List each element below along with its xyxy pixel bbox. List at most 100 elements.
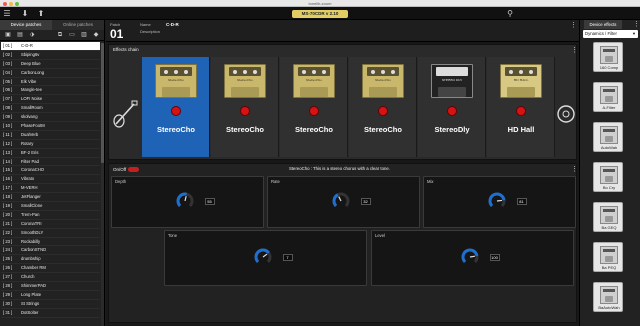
export-icon[interactable]: ⬗ xyxy=(28,32,36,39)
patch-row[interactable]: [ 30 ] St Strings xyxy=(1,300,100,309)
patch-row[interactable]: [ 12 ] Rotary xyxy=(1,140,100,149)
effect-card[interactable]: Ba PEQ xyxy=(593,242,623,272)
param-value[interactable]: 100 xyxy=(489,254,500,261)
upload-icon[interactable]: ⬆ xyxy=(36,9,46,18)
effects-menu-icon[interactable]: ⋮ xyxy=(633,20,640,28)
patch-row[interactable]: [ 11 ] DualVerb xyxy=(1,131,100,140)
device-badge[interactable]: MS-70CDR v 2.10 xyxy=(292,10,348,18)
effect-led-button[interactable] xyxy=(309,106,319,116)
effect-card[interactable]: AutoWah xyxy=(593,122,623,152)
patch-row[interactable]: [ 24 ] CarbonSTND xyxy=(1,246,100,256)
copy-icon[interactable]: ⧉ xyxy=(56,32,64,39)
effect-led-button[interactable] xyxy=(447,106,457,116)
effect-slot[interactable]: StereoCho StereoCho xyxy=(142,57,210,157)
pedal-image[interactable]: StereoCho xyxy=(224,64,266,98)
patch-row[interactable]: [ 25 ] drumbship xyxy=(1,255,100,265)
patch-row[interactable]: [ 01 ] C-D-R xyxy=(1,42,100,51)
patch-row[interactable]: [ 07 ] LOFI Noise xyxy=(1,95,100,105)
effect-card[interactable]: BaAutoWah xyxy=(593,282,623,312)
effect-slot[interactable]: StereoCho StereoCho xyxy=(211,57,279,157)
menu-icon[interactable]: ☰ xyxy=(2,9,12,18)
param-knob[interactable] xyxy=(487,191,507,211)
patch-name[interactable]: C-D-R xyxy=(166,22,179,27)
patch-row[interactable]: [ 21 ] CoronaTRI xyxy=(1,220,100,229)
pedal-image[interactable]: StereoCho xyxy=(293,64,335,98)
param-value[interactable]: 55 xyxy=(204,198,215,205)
patch-menu-icon[interactable]: ⋮ xyxy=(570,21,577,29)
patch-row[interactable]: [ 17 ] M-VERH xyxy=(1,184,100,194)
patch-row[interactable]: [ 29 ] Long Plate xyxy=(1,291,100,300)
patch-row[interactable]: [ 31 ] DotSolter xyxy=(1,309,100,318)
patch-row[interactable]: [ 02 ] Sbiping6v xyxy=(1,51,100,60)
effect-led-button[interactable] xyxy=(378,106,388,116)
effect-led-button[interactable] xyxy=(516,106,526,116)
delete-icon[interactable]: ▥ xyxy=(80,32,88,39)
param-knob[interactable] xyxy=(460,247,480,267)
save-icon[interactable]: ▤ xyxy=(16,32,24,39)
tab-online-patches[interactable]: Online patches xyxy=(52,20,104,30)
param-knob[interactable] xyxy=(253,247,273,267)
patch-row[interactable]: [ 26 ] Chamber RM xyxy=(1,264,100,274)
pedal-image[interactable]: HD HALL xyxy=(500,64,542,98)
pedal-knob-icon xyxy=(322,70,326,74)
patch-row[interactable]: [ 13 ] BF-2 Eris xyxy=(1,149,100,158)
patch-row[interactable]: [ 15 ] CoronaCHO xyxy=(1,166,100,176)
tuner-icon[interactable]: ⚲ xyxy=(505,9,515,18)
patch-row[interactable]: [ 09 ] skolvang xyxy=(1,113,100,123)
chain-menu-icon[interactable]: ⋮ xyxy=(571,46,578,54)
clear-icon[interactable]: ◆ xyxy=(92,32,100,39)
pedal-image[interactable]: STEREO DLY xyxy=(431,64,473,98)
amp-output-icon xyxy=(557,105,575,123)
effect-led-button[interactable] xyxy=(171,106,181,116)
params-menu-icon[interactable]: ⋮ xyxy=(571,165,578,173)
effect-card[interactable]: A-Filter xyxy=(593,82,623,112)
patch-row[interactable]: [ 04 ] CarbonLong xyxy=(1,69,100,78)
param-knob[interactable] xyxy=(175,191,195,211)
patch-row[interactable]: [ 03 ] Deep Blue xyxy=(1,60,100,69)
folder-icon[interactable]: ▣ xyxy=(4,32,12,39)
patch-row[interactable]: [ 20 ] Trem-Pan xyxy=(1,211,100,220)
patch-row[interactable]: [ 27 ] Church xyxy=(1,273,100,283)
tab-device-effects[interactable]: Device effects xyxy=(584,20,622,29)
patch-row[interactable]: [ 10 ] PhaseFootM xyxy=(1,122,100,131)
patch-name-cell: CoronaCHO xyxy=(21,167,45,173)
effect-led-button[interactable] xyxy=(240,106,250,116)
effect-params: On/Off StereoCho : This is a stereo chor… xyxy=(108,163,578,323)
patch-row[interactable]: [ 06 ] Mangle-tee xyxy=(1,86,100,96)
pedal-footswitch xyxy=(162,87,190,97)
param-value[interactable]: 32 xyxy=(360,198,371,205)
paste-icon[interactable]: ▭ xyxy=(68,32,76,39)
effect-slot[interactable]: HD HALL HD Hall xyxy=(487,57,555,157)
effect-toggle[interactable] xyxy=(128,167,139,172)
patch-list-scrollbar[interactable] xyxy=(101,43,104,326)
patch-row[interactable]: [ 16 ] Vibrato xyxy=(1,175,100,185)
effect-slot[interactable]: StereoCho StereoCho xyxy=(280,57,348,157)
effect-card[interactable]: 160 Comp xyxy=(593,42,623,72)
param-value[interactable]: 81 xyxy=(516,198,527,205)
patch-row[interactable]: [ 08 ] SmallRoom xyxy=(1,104,100,114)
patch-row[interactable]: [ 05 ] Elk Vibe xyxy=(1,78,100,87)
patch-number-cell: [ 21 ] xyxy=(3,220,13,226)
patch-row[interactable]: [ 28 ] ShimmerPAD xyxy=(1,282,100,291)
effect-slot[interactable]: STEREO DLY StereoDly xyxy=(418,57,486,157)
tab-device-patches[interactable]: Device patches xyxy=(0,20,52,30)
pedal-label: StereoCho xyxy=(236,78,254,82)
effect-pedal-icon xyxy=(600,86,618,104)
param-knob[interactable] xyxy=(331,191,351,211)
patch-number-cell: [ 25 ] xyxy=(3,256,13,262)
effect-card[interactable]: Ba GEQ xyxy=(593,202,623,232)
effect-card-name: Ba GEQ xyxy=(601,225,617,230)
pedal-image[interactable]: StereoCho xyxy=(155,64,197,98)
download-icon[interactable]: ⬇ xyxy=(20,9,30,18)
effect-card[interactable]: Bo Cry xyxy=(593,162,623,192)
effect-slot[interactable]: StereoCho StereoCho xyxy=(349,57,417,157)
pedal-image[interactable]: StereoCho xyxy=(362,64,404,98)
patch-row[interactable]: [ 18 ] JetFlanger xyxy=(1,193,100,203)
scroll-thumb[interactable] xyxy=(101,43,104,163)
param-value[interactable]: 7 xyxy=(282,254,293,261)
patch-row[interactable]: [ 23 ] Rockabilly xyxy=(1,238,100,247)
patch-row[interactable]: [ 22 ] SmoothDLY xyxy=(1,229,100,238)
patch-row[interactable]: [ 19 ] SmallClone xyxy=(1,202,100,211)
effect-category-select[interactable]: Dynamics / Filter ▼ xyxy=(583,30,638,38)
patch-row[interactable]: [ 14 ] Filter Pad xyxy=(1,158,100,167)
